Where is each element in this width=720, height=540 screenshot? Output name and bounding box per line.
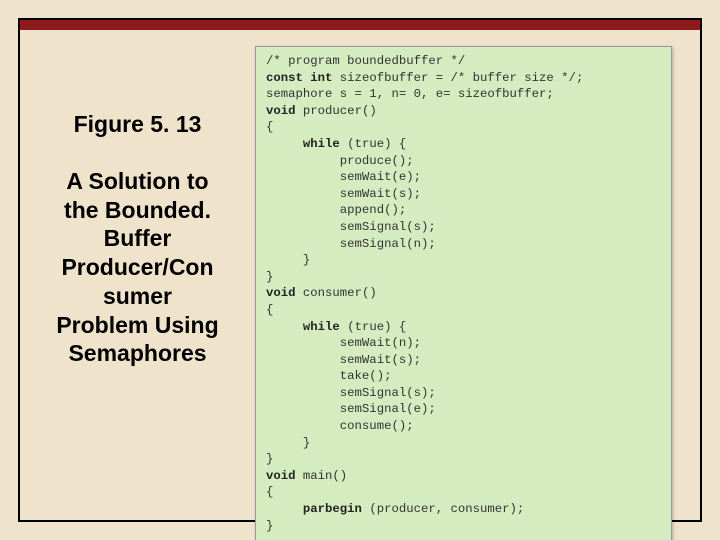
- code-line: /* program boundedbuffer */: [266, 54, 465, 68]
- code-line: {: [266, 485, 273, 499]
- code-listing: /* program boundedbuffer */ const int si…: [255, 46, 672, 540]
- code-line: semSignal(s);: [266, 386, 436, 400]
- code-line: {: [266, 303, 273, 317]
- code-line: semSignal(e);: [266, 402, 436, 416]
- code-text: (true) {: [340, 137, 406, 151]
- figure-number: Figure 5. 13: [26, 110, 249, 139]
- caption-line: Producer/Con: [26, 253, 249, 282]
- code-line: semWait(e);: [266, 170, 421, 184]
- code-line: }: [266, 519, 273, 533]
- code-line: semaphore s = 1, n= 0, e= sizeofbuffer;: [266, 87, 554, 101]
- caption-line: Semaphores: [26, 339, 249, 368]
- code-line: produce();: [266, 154, 414, 168]
- code-line: semWait(s);: [266, 187, 421, 201]
- code-line: {: [266, 120, 273, 134]
- caption-line: A Solution to: [26, 167, 249, 196]
- code-line: semWait(s);: [266, 353, 421, 367]
- code-indent: [266, 320, 303, 334]
- code-column: /* program boundedbuffer */ const int si…: [255, 30, 700, 520]
- code-text: main(): [296, 469, 348, 483]
- code-text: sizeofbuffer = /* buffer size */;: [332, 71, 583, 85]
- code-line: }: [266, 436, 310, 450]
- code-line: }: [266, 253, 310, 267]
- code-keyword: parbegin: [303, 502, 362, 516]
- code-line: semSignal(s);: [266, 220, 436, 234]
- caption-column: Figure 5. 13 A Solution to the Bounded. …: [20, 30, 255, 520]
- code-line: take();: [266, 369, 391, 383]
- code-line: append();: [266, 203, 406, 217]
- caption-line: the Bounded.: [26, 196, 249, 225]
- code-line: semSignal(n);: [266, 237, 436, 251]
- content-area: Figure 5. 13 A Solution to the Bounded. …: [20, 30, 700, 520]
- code-indent: [266, 137, 303, 151]
- code-keyword: while: [303, 320, 340, 334]
- code-line: semWait(n);: [266, 336, 421, 350]
- code-keyword: void: [266, 469, 296, 483]
- code-line: }: [266, 270, 273, 284]
- code-text: (true) {: [340, 320, 406, 334]
- code-text: producer(): [296, 104, 377, 118]
- code-text: consumer(): [296, 286, 377, 300]
- code-keyword: while: [303, 137, 340, 151]
- caption-line: Problem Using: [26, 311, 249, 340]
- code-text: (producer, consumer);: [362, 502, 524, 516]
- code-indent: [266, 502, 303, 516]
- code-keyword: const int: [266, 71, 332, 85]
- code-keyword: void: [266, 104, 296, 118]
- caption-line: sumer: [26, 282, 249, 311]
- caption-line: Buffer: [26, 224, 249, 253]
- code-line: }: [266, 452, 273, 466]
- slide: Figure 5. 13 A Solution to the Bounded. …: [0, 0, 720, 540]
- top-accent-bar: [20, 20, 700, 30]
- code-line: consume();: [266, 419, 414, 433]
- code-keyword: void: [266, 286, 296, 300]
